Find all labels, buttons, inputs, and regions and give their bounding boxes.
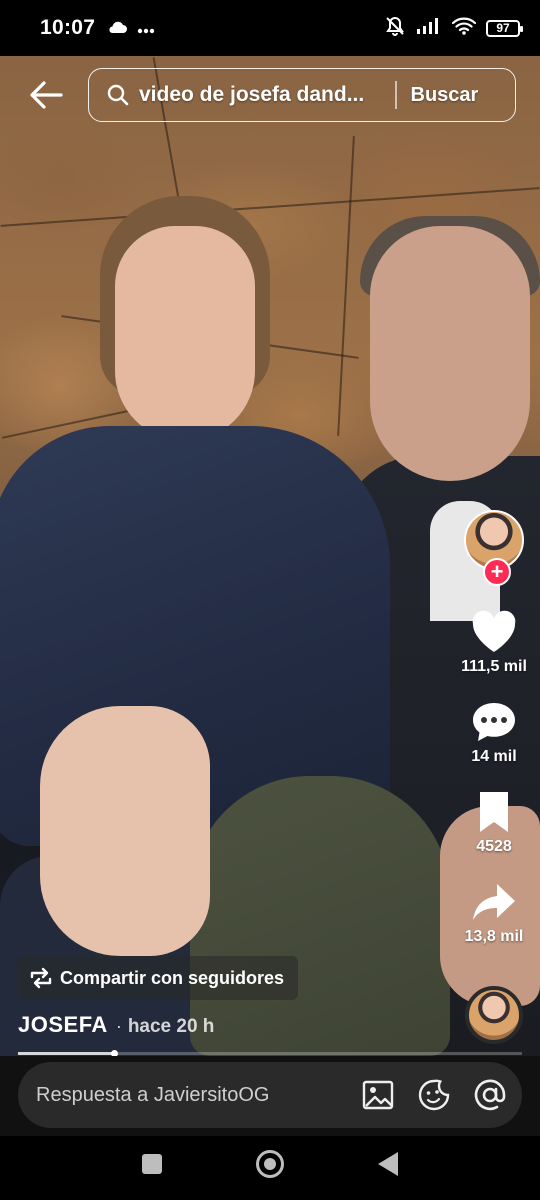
- comment-button[interactable]: 14 mil: [470, 700, 518, 766]
- post-time: hace 20 h: [127, 1016, 215, 1037]
- search-icon: [107, 84, 129, 106]
- progress-fill: [18, 1052, 114, 1055]
- search-button[interactable]: Buscar: [411, 84, 479, 107]
- author-name[interactable]: JOSEFA: [18, 1012, 108, 1038]
- creator-avatar[interactable]: +: [464, 510, 524, 586]
- home-circle-icon[interactable]: [256, 1150, 284, 1178]
- signal-icon: [416, 17, 442, 40]
- share-count: 13,8 mil: [464, 928, 524, 945]
- bookmark-icon[interactable]: [470, 790, 518, 834]
- separator-dot: ·: [115, 1016, 122, 1036]
- recents-square-icon[interactable]: [142, 1154, 162, 1174]
- share-button[interactable]: 13,8 mil: [464, 880, 524, 946]
- battery-indicator: 97: [486, 19, 523, 37]
- status-time: 10:07: [40, 16, 96, 39]
- repost-icon: [28, 967, 54, 989]
- mute-bell-icon: [384, 15, 406, 42]
- back-triangle-icon[interactable]: [378, 1152, 398, 1176]
- reply-area: [0, 1056, 540, 1136]
- cloud-icon: [107, 18, 128, 39]
- system-nav-bar: [0, 1136, 540, 1200]
- image-icon[interactable]: [360, 1077, 396, 1113]
- comment-count: 14 mil: [471, 748, 517, 765]
- comment-bubble-icon[interactable]: [470, 700, 518, 744]
- back-arrow-icon[interactable]: [28, 80, 64, 110]
- mention-icon[interactable]: [472, 1077, 508, 1113]
- share-with-followers-button[interactable]: Compartir con seguidores: [18, 956, 299, 1000]
- follow-plus-icon[interactable]: +: [483, 558, 511, 586]
- share-with-followers-label: Compartir con seguidores: [60, 967, 285, 988]
- author-row: JOSEFA · hace 20 h: [18, 1012, 214, 1038]
- save-button[interactable]: 4528: [470, 790, 518, 856]
- search-divider: [395, 81, 397, 109]
- wifi-icon: [451, 17, 477, 40]
- music-disc[interactable]: [465, 986, 523, 1044]
- like-button[interactable]: 111,5 mil: [461, 610, 527, 676]
- reply-input[interactable]: [36, 1083, 340, 1107]
- emoji-sticker-icon[interactable]: [416, 1077, 452, 1113]
- search-query[interactable]: video de josefa dand...: [139, 83, 385, 107]
- share-arrow-icon[interactable]: [470, 880, 518, 924]
- heart-icon[interactable]: [470, 610, 518, 654]
- save-count: 4528: [476, 838, 512, 855]
- search-field[interactable]: video de josefa dand... Buscar: [88, 68, 516, 122]
- video-progress-bar[interactable]: [18, 1050, 522, 1057]
- status-bar: 10:07 97: [0, 0, 540, 56]
- action-rail: + 111,5 mil 14 mil 4528 13,8 mil: [454, 510, 534, 1044]
- reply-box: [18, 1062, 522, 1128]
- search-header: video de josefa dand... Buscar: [0, 66, 540, 124]
- like-count: 111,5 mil: [461, 658, 527, 675]
- more-dots-icon: [137, 18, 155, 39]
